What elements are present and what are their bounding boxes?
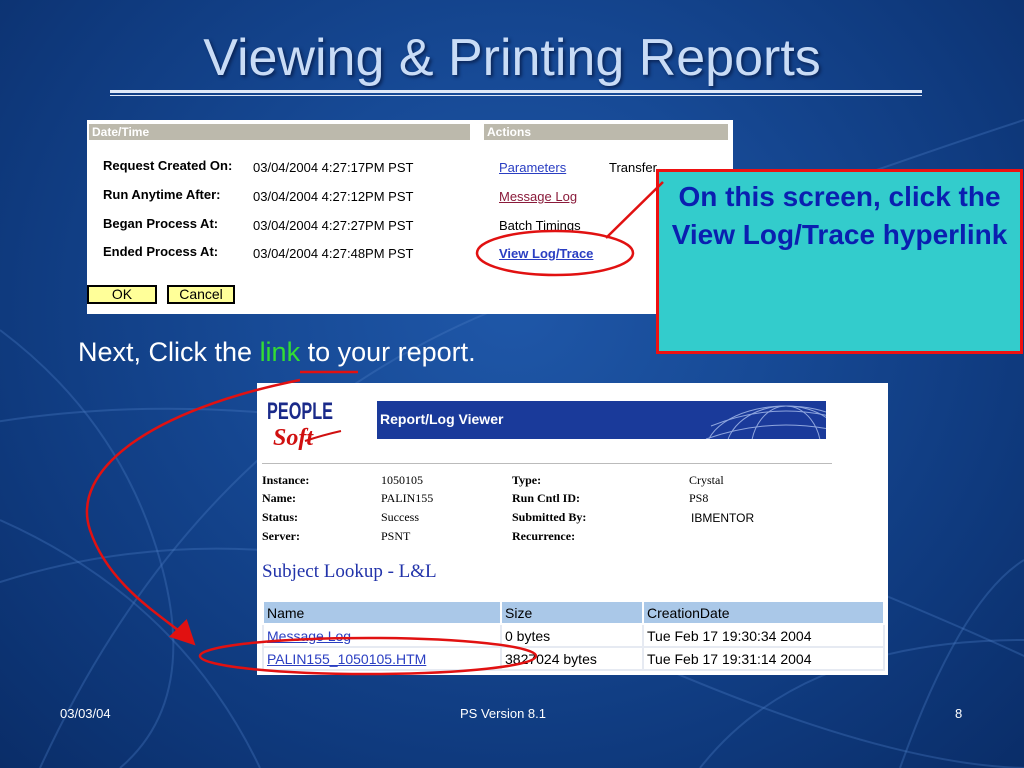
logo-people-text: PEOPLE xyxy=(267,398,333,425)
view-log-trace-link[interactable]: View Log/Trace xyxy=(499,246,593,261)
server-label: Server: xyxy=(262,529,300,543)
type-value: Crystal xyxy=(689,473,724,487)
message-log-link[interactable]: Message Log xyxy=(499,189,577,204)
globe-icon xyxy=(705,405,826,439)
view-log-trace-link-text[interactable]: View Log/Trace xyxy=(499,246,593,261)
run-cntl-id-label: Run Cntl ID: xyxy=(512,491,581,505)
divider xyxy=(262,463,832,464)
table-row: Message Log 0 bytes Tue Feb 17 19:30:34 … xyxy=(262,623,885,648)
file-name-cell[interactable]: Message Log xyxy=(262,623,502,648)
type-label: Type: xyxy=(512,473,542,487)
viewer-title-bar: Report/Log Viewer xyxy=(377,401,826,439)
began-process-label: Began Process At: xyxy=(103,216,219,231)
run-cntl-id-value: PS8 xyxy=(689,491,709,505)
ok-button[interactable]: OK xyxy=(87,285,157,304)
message-log-file-link[interactable]: Message Log xyxy=(267,628,351,644)
submitted-by-label: Submitted By: xyxy=(512,510,587,524)
name-value: PALIN155 xyxy=(381,491,434,505)
viewer-title: Report/Log Viewer xyxy=(380,411,504,427)
ended-process-label: Ended Process At: xyxy=(103,244,219,259)
instance-value: 1050105 xyxy=(381,473,423,487)
footer-date: 03/03/04 xyxy=(60,706,111,721)
file-date-cell: Tue Feb 17 19:30:34 2004 xyxy=(642,623,885,648)
cancel-button[interactable]: Cancel xyxy=(167,285,235,304)
message-log-link-text[interactable]: Message Log xyxy=(499,189,577,204)
next-prefix: Next, Click the xyxy=(78,337,260,367)
recurrence-label: Recurrence: xyxy=(512,529,576,543)
process-detail-panel: Date/Time Actions Request Created On: 03… xyxy=(87,120,733,314)
table-header-row: Name Size CreationDate xyxy=(262,600,885,625)
file-size-cell: 0 bytes xyxy=(500,623,644,648)
request-created-label: Request Created On: xyxy=(103,158,233,173)
instruction-callout: On this screen, click the View Log/Trace… xyxy=(656,169,1023,354)
column-header-size: Size xyxy=(500,600,644,625)
report-log-viewer-panel: PEOPLE Soft Report/Log Viewer Instance: … xyxy=(257,383,888,675)
ended-process-value: 03/04/2004 4:27:48PM PST xyxy=(253,246,414,261)
report-subject-title: Subject Lookup - L&L xyxy=(262,561,437,582)
datetime-header: Date/Time xyxy=(89,124,470,140)
logo-soft-text: Soft xyxy=(273,425,314,451)
footer-version: PS Version 8.1 xyxy=(460,706,546,721)
slide-title: Viewing & Printing Reports xyxy=(203,29,821,87)
run-anytime-label: Run Anytime After: xyxy=(103,187,221,202)
name-label: Name: xyxy=(262,491,296,505)
run-anytime-value: 03/04/2004 4:27:12PM PST xyxy=(253,189,414,204)
footer-page-number: 8 xyxy=(955,706,963,721)
status-value: Success xyxy=(381,510,419,524)
next-suffix: to your report. xyxy=(300,337,476,367)
next-instruction: Next, Click the link to your report. xyxy=(78,337,476,368)
submitted-by-value: IBMENTOR xyxy=(691,511,755,525)
title-underline xyxy=(110,90,922,93)
file-size-cell: 3827024 bytes xyxy=(500,646,644,671)
instance-label: Instance: xyxy=(262,473,310,487)
peoplesoft-logo: PEOPLE Soft xyxy=(267,398,342,451)
server-value: PSNT xyxy=(381,529,411,543)
parameters-link-text[interactable]: Parameters xyxy=(499,160,566,175)
file-date-cell: Tue Feb 17 19:31:14 2004 xyxy=(642,646,885,671)
parameters-link[interactable]: Parameters xyxy=(499,160,566,175)
title-underline-thin xyxy=(110,95,922,96)
transfer-text: Transfer xyxy=(609,160,657,175)
file-name-cell[interactable]: PALIN155_1050105.HTM xyxy=(262,646,502,671)
column-header-creation-date: CreationDate xyxy=(642,600,885,625)
column-header-name: Name xyxy=(262,600,502,625)
batch-timings-text: Batch Timings xyxy=(499,218,581,233)
status-label: Status: xyxy=(262,510,299,524)
actions-header: Actions xyxy=(484,124,728,140)
began-process-value: 03/04/2004 4:27:27PM PST xyxy=(253,218,414,233)
report-files-table: Name Size CreationDate Message Log 0 byt… xyxy=(262,600,885,671)
report-file-link[interactable]: PALIN155_1050105.HTM xyxy=(267,651,426,667)
table-row: PALIN155_1050105.HTM 3827024 bytes Tue F… xyxy=(262,646,885,671)
link-word: link xyxy=(259,337,301,367)
request-created-value: 03/04/2004 4:27:17PM PST xyxy=(253,160,414,175)
